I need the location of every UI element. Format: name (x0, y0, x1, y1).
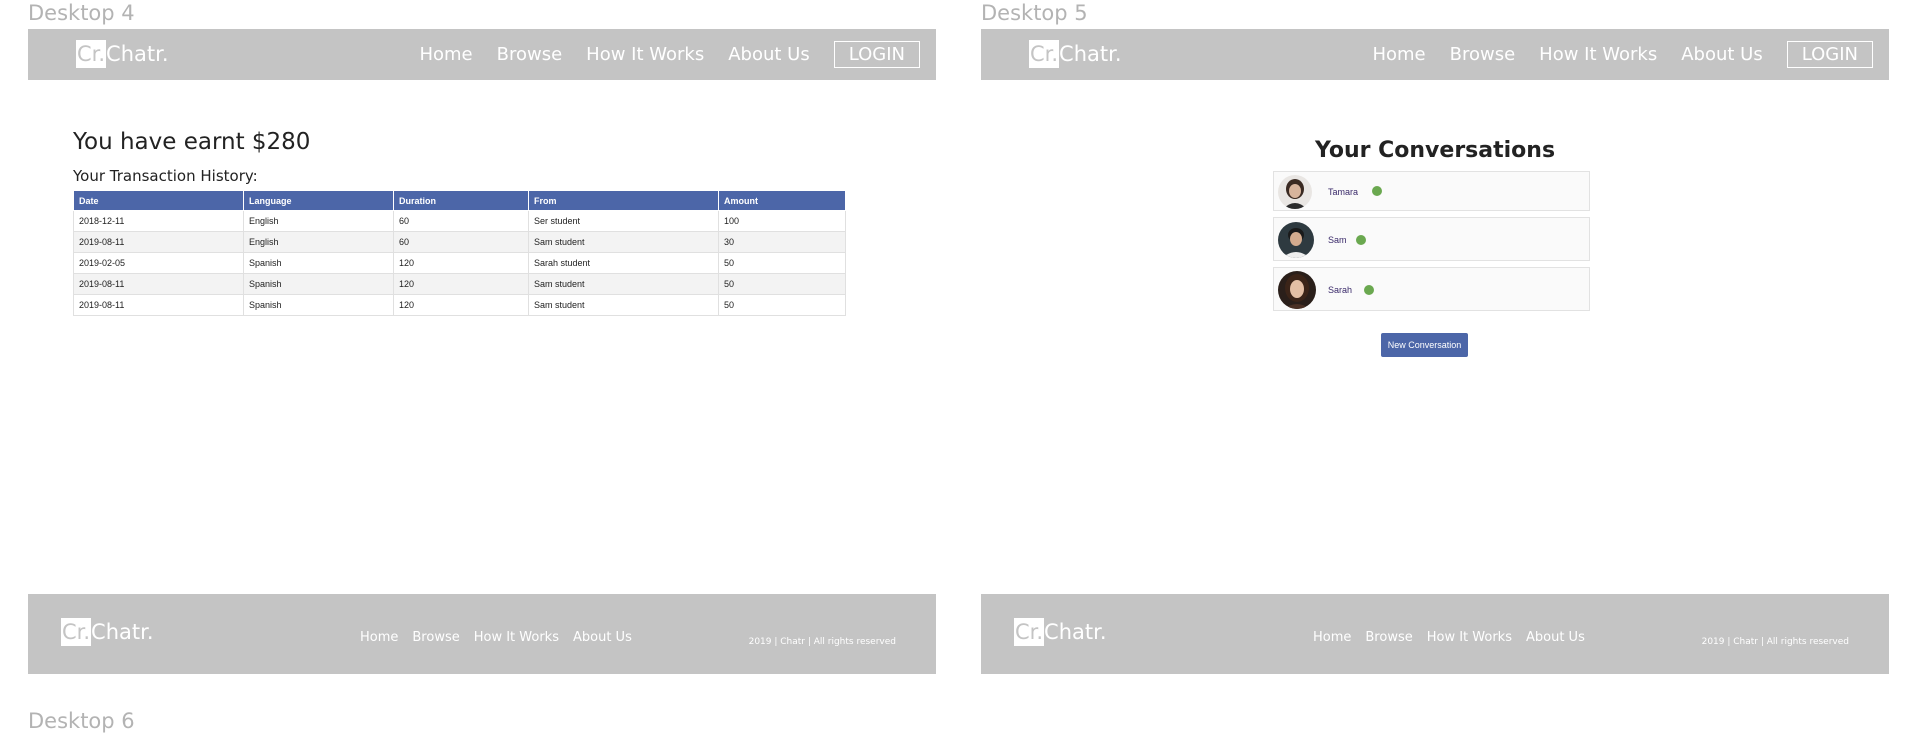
earnings-title: You have earnt $280 (73, 129, 311, 155)
logo-box: Cr. (1014, 618, 1045, 646)
nav-home[interactable]: Home (1372, 44, 1425, 65)
col-date: Date (73, 190, 244, 211)
copyright: 2019 | Chatr | All rights reserved (748, 637, 896, 647)
cell-date: 2019-02-05 (73, 252, 244, 274)
footer-logo[interactable]: Cr. Chatr. (61, 618, 154, 646)
table-header-row: Date Language Duration From Amount (73, 190, 846, 211)
nav-home[interactable]: Home (419, 44, 472, 65)
cell-date: 2019-08-11 (73, 273, 244, 295)
logo[interactable]: Cr. Chatr. (1029, 40, 1122, 68)
transaction-history-title: Your Transaction History: (73, 167, 258, 185)
table-row: 2019-08-11 English 60 Sam student 30 (73, 231, 846, 253)
footer-logo[interactable]: Cr. Chatr. (1014, 618, 1107, 646)
transaction-table: Date Language Duration From Amount 2018-… (73, 190, 846, 316)
nav-browse[interactable]: Browse (497, 44, 563, 65)
frame-label-desktop-5: Desktop 5 (981, 1, 1088, 25)
nav-how-it-works[interactable]: How It Works (586, 44, 704, 65)
cell-language: English (243, 210, 394, 232)
table-row: 2019-08-11 Spanish 120 Sam student 50 (73, 294, 846, 316)
cell-duration: 120 (393, 294, 529, 316)
conversations-title: Your Conversations (1314, 138, 1556, 163)
nav-links: Home Browse How It Works About Us LOGIN (419, 41, 920, 68)
cell-amount: 50 (718, 252, 846, 274)
logo-text: Chatr. (1044, 620, 1107, 644)
cell-date: 2019-08-11 (73, 231, 244, 253)
conversation-name: Sarah (1328, 285, 1353, 295)
footer: Cr. Chatr. Home Browse How It Works About… (28, 594, 936, 674)
conversation-item-sam[interactable]: Sam (1273, 217, 1590, 261)
table-row: 2018-12-11 English 60 Ser student 100 (73, 210, 846, 232)
footer-browse[interactable]: Browse (1365, 630, 1412, 645)
cell-from: Sarah student (528, 252, 719, 274)
online-status-icon (1364, 285, 1374, 295)
cell-duration: 120 (393, 252, 529, 274)
cell-language: Spanish (243, 252, 394, 274)
cell-amount: 50 (718, 273, 846, 295)
top-nav: Cr. Chatr. Home Browse How It Works About… (981, 29, 1889, 80)
logo-text: Chatr. (106, 42, 169, 66)
cell-language: Spanish (243, 294, 394, 316)
online-status-icon (1372, 186, 1382, 196)
nav-about-us[interactable]: About Us (1681, 44, 1763, 65)
footer-links: Home Browse How It Works About Us (1313, 630, 1599, 645)
nav-how-it-works[interactable]: How It Works (1539, 44, 1657, 65)
avatar-icon (1278, 222, 1314, 258)
footer-about-us[interactable]: About Us (573, 630, 632, 645)
cell-language: English (243, 231, 394, 253)
logo-text: Chatr. (91, 620, 154, 644)
table-row: 2019-02-05 Spanish 120 Sarah student 50 (73, 252, 846, 274)
desktop-4-frame: Cr. Chatr. Home Browse How It Works About… (28, 29, 936, 674)
footer-links: Home Browse How It Works About Us (360, 630, 646, 645)
cell-duration: 60 (393, 231, 529, 253)
cell-language: Spanish (243, 273, 394, 295)
login-button[interactable]: LOGIN (1786, 41, 1873, 68)
cell-duration: 60 (393, 210, 529, 232)
nav-links: Home Browse How It Works About Us LOGIN (1372, 41, 1873, 68)
login-button[interactable]: LOGIN (833, 41, 920, 68)
footer-about-us[interactable]: About Us (1526, 630, 1585, 645)
footer: Cr. Chatr. Home Browse How It Works About… (981, 594, 1889, 674)
cell-from: Ser student (528, 210, 719, 232)
footer-home[interactable]: Home (360, 630, 398, 645)
cell-from: Sam student (528, 273, 719, 295)
frame-label-desktop-6: Desktop 6 (28, 709, 135, 733)
conversation-list: Tamara Sam Sarah (1273, 171, 1590, 317)
col-amount: Amount (718, 190, 846, 211)
logo-box: Cr. (1029, 40, 1060, 68)
copyright: 2019 | Chatr | All rights reserved (1701, 637, 1849, 647)
cell-duration: 120 (393, 273, 529, 295)
col-language: Language (243, 190, 394, 211)
frame-label-desktop-4: Desktop 4 (28, 1, 135, 25)
cell-date: 2019-08-11 (73, 294, 244, 316)
cell-amount: 50 (718, 294, 846, 316)
logo-box: Cr. (61, 618, 92, 646)
footer-browse[interactable]: Browse (412, 630, 459, 645)
desktop-5-frame: Cr. Chatr. Home Browse How It Works About… (981, 29, 1889, 674)
cell-amount: 30 (718, 231, 846, 253)
avatar-icon (1278, 271, 1316, 309)
cell-from: Sam student (528, 231, 719, 253)
avatar-icon (1278, 175, 1312, 209)
top-nav: Cr. Chatr. Home Browse How It Works About… (28, 29, 936, 80)
col-duration: Duration (393, 190, 529, 211)
col-from: From (528, 190, 719, 211)
nav-browse[interactable]: Browse (1450, 44, 1516, 65)
logo-box: Cr. (76, 40, 107, 68)
cell-date: 2018-12-11 (73, 210, 244, 232)
conversation-name: Tamara (1328, 187, 1359, 197)
new-conversation-button[interactable]: New Conversation (1381, 333, 1468, 357)
logo[interactable]: Cr. Chatr. (76, 40, 169, 68)
footer-home[interactable]: Home (1313, 630, 1351, 645)
cell-from: Sam student (528, 294, 719, 316)
online-status-icon (1356, 235, 1366, 245)
table-row: 2019-08-11 Spanish 120 Sam student 50 (73, 273, 846, 295)
footer-how-it-works[interactable]: How It Works (1427, 630, 1512, 645)
conversation-name: Sam (1328, 235, 1347, 245)
nav-about-us[interactable]: About Us (728, 44, 810, 65)
logo-text: Chatr. (1059, 42, 1122, 66)
footer-how-it-works[interactable]: How It Works (474, 630, 559, 645)
cell-amount: 100 (718, 210, 846, 232)
conversation-item-tamara[interactable]: Tamara (1273, 171, 1590, 211)
conversation-item-sarah[interactable]: Sarah (1273, 267, 1590, 311)
